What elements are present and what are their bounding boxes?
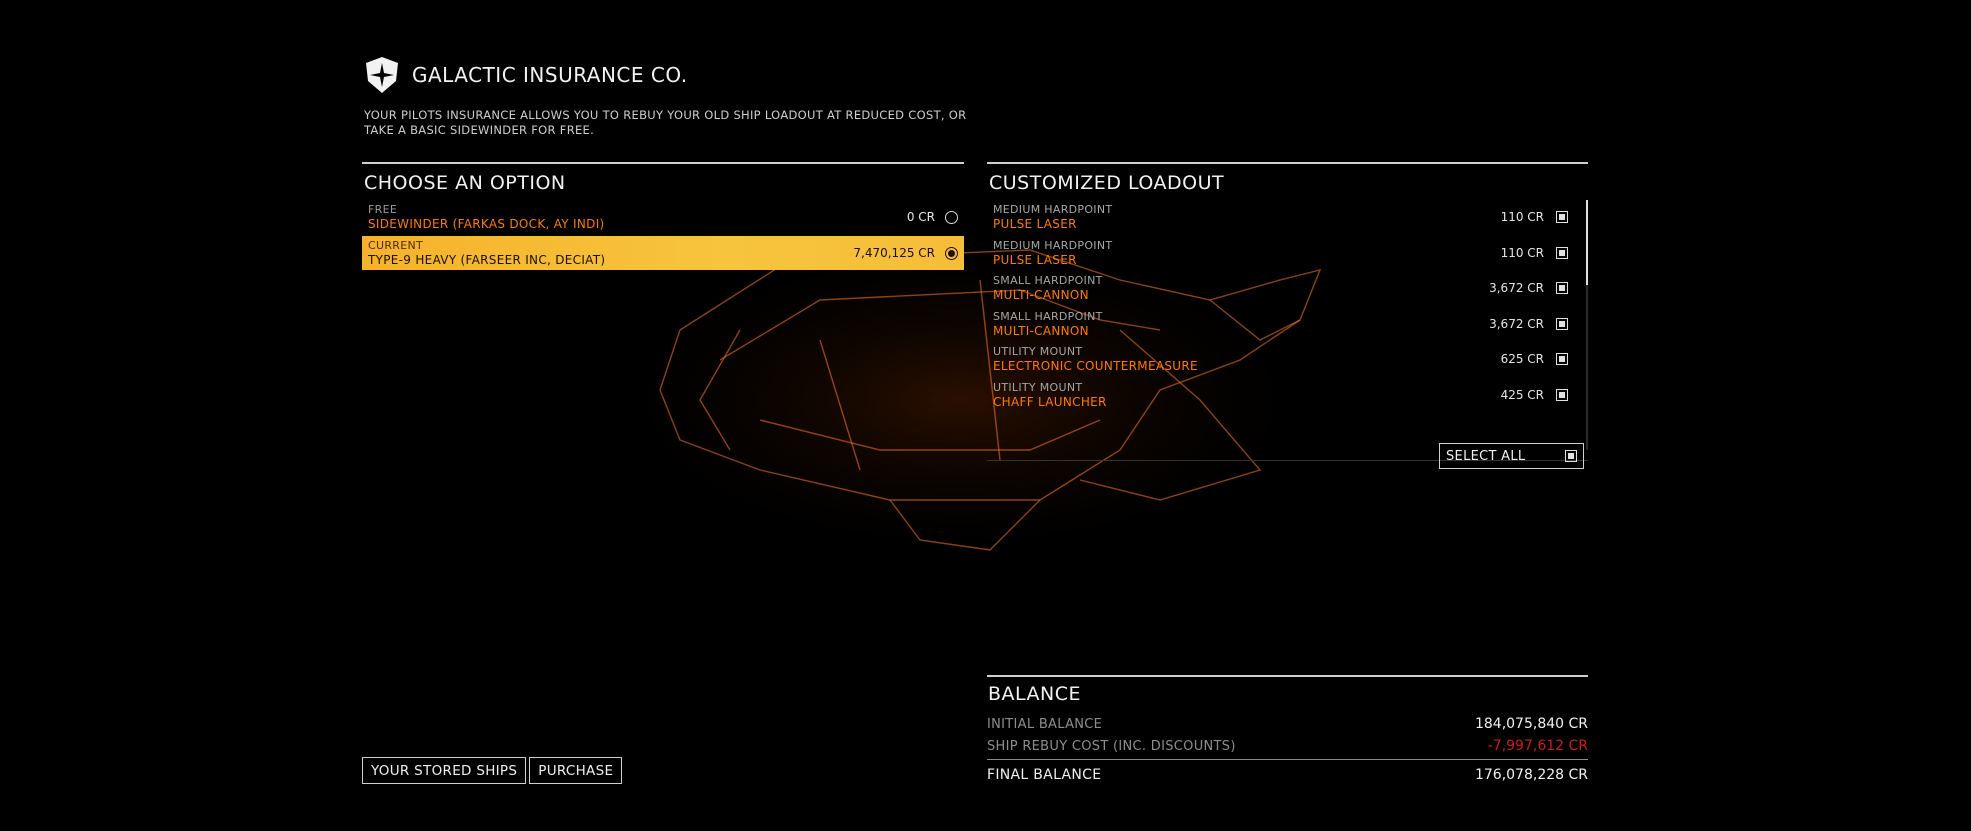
page-header: GALACTIC INSURANCE CO. <box>362 55 688 95</box>
loadout-item[interactable]: MEDIUM HARDPOINT PULSE LASER 110 CR <box>987 200 1588 234</box>
module-price: 110 CR <box>1500 245 1544 260</box>
stored-ships-button[interactable]: YOUR STORED SHIPS <box>362 757 527 784</box>
module-name: MULTI-CANNON <box>993 323 1089 338</box>
slot-label: SMALL HARDPOINT <box>993 274 1103 288</box>
rebuy-cost-label: SHIP REBUY COST (INC. DISCOUNTS) <box>987 738 1236 754</box>
panel-divider <box>362 162 964 164</box>
loadout-list[interactable]: MEDIUM HARDPOINT PULSE LASER 110 CR MEDI… <box>987 200 1588 450</box>
page-title: GALACTIC INSURANCE CO. <box>412 63 688 87</box>
module-price: 110 CR <box>1500 210 1544 224</box>
module-price: 3,672 CR <box>1489 316 1544 331</box>
loadout-item[interactable]: UTILITY MOUNT CHAFF LAUNCHER 425 CR <box>987 378 1588 412</box>
option-free-sidewinder[interactable]: FREE SIDEWINDER (FARKAS DOCK, AY INDI) 0… <box>362 200 964 234</box>
radio-button[interactable] <box>945 246 958 260</box>
loadout-item[interactable]: SMALL HARDPOINT MULTI-CANNON 3,672 CR <box>987 271 1588 305</box>
radio-button[interactable] <box>945 210 958 224</box>
module-checkbox[interactable] <box>1556 211 1568 223</box>
balance-panel: BALANCE INITIAL BALANCE 184,075,840 CR S… <box>987 675 1588 786</box>
option-ship-name: TYPE-9 HEAVY (FARSEER INC, DECIAT) <box>368 253 606 267</box>
module-name: CHAFF LAUNCHER <box>993 394 1107 409</box>
module-price: 425 CR <box>1500 387 1544 402</box>
module-checkbox[interactable] <box>1556 353 1568 366</box>
module-checkbox[interactable] <box>1556 388 1568 401</box>
final-balance-label: FINAL BALANCE <box>987 767 1102 783</box>
module-name: PULSE LASER <box>993 217 1077 231</box>
purchase-button[interactable]: PURCHASE <box>529 757 623 784</box>
loadout-panel: CUSTOMIZED LOADOUT MEDIUM HARDPOINT PULS… <box>987 162 1588 461</box>
initial-balance-value: 184,075,840 CR <box>1474 716 1588 732</box>
loadout-item[interactable]: SMALL HARDPOINT MULTI-CANNON 3,672 CR <box>987 307 1588 341</box>
option-ship-name: SIDEWINDER (FARKAS DOCK, AY INDI) <box>368 217 605 231</box>
module-price: 625 CR <box>1500 352 1544 367</box>
options-title: CHOOSE AN OPTION <box>364 172 566 194</box>
insurance-shield-icon <box>366 57 398 93</box>
slot-label: UTILITY MOUNT <box>993 380 1083 394</box>
option-price: 0 CR <box>906 210 935 224</box>
page-description: YOUR PILOTS INSURANCE ALLOWS YOU TO REBU… <box>364 108 967 137</box>
panel-divider <box>987 162 1588 164</box>
option-kind: CURRENT <box>368 239 424 252</box>
select-all-label: SELECT ALL <box>1446 448 1526 464</box>
module-checkbox[interactable] <box>1556 317 1568 330</box>
module-price: 3,672 CR <box>1489 281 1544 296</box>
bottom-actions: YOUR STORED SHIPS PURCHASE <box>362 757 625 784</box>
final-balance-value: 176,078,228 CR <box>1474 767 1588 783</box>
options-panel: CHOOSE AN OPTION FREE SIDEWINDER (FARKAS… <box>362 162 964 272</box>
balance-title: BALANCE <box>988 683 1082 705</box>
slot-label: SMALL HARDPOINT <box>993 309 1103 323</box>
balance-divider <box>987 759 1588 760</box>
option-kind: FREE <box>368 203 398 216</box>
select-all-button[interactable]: SELECT ALL <box>1439 443 1584 469</box>
rebuy-cost-value: -7,997,612 CR <box>1487 738 1588 754</box>
panel-divider <box>987 675 1588 677</box>
loadout-item[interactable]: MEDIUM HARDPOINT PULSE LASER 110 CR <box>987 236 1588 270</box>
select-all-checkbox[interactable] <box>1565 450 1577 462</box>
module-name: MULTI-CANNON <box>993 288 1089 303</box>
rebuy-cost-row: SHIP REBUY COST (INC. DISCOUNTS) -7,997,… <box>987 735 1588 757</box>
option-price: 7,470,125 CR <box>853 246 935 260</box>
final-balance-row: FINAL BALANCE 176,078,228 CR <box>987 764 1588 786</box>
loadout-scrollbar-thumb[interactable] <box>1586 200 1588 285</box>
loadout-item[interactable]: UTILITY MOUNT ELECTRONIC COUNTERMEASURE … <box>987 342 1588 376</box>
insurance-screen: GALACTIC INSURANCE CO. YOUR PILOTS INSUR… <box>0 0 1971 831</box>
module-checkbox[interactable] <box>1556 246 1568 259</box>
slot-label: MEDIUM HARDPOINT <box>993 203 1113 216</box>
module-name: ELECTRONIC COUNTERMEASURE <box>993 359 1198 374</box>
initial-balance-label: INITIAL BALANCE <box>987 716 1103 732</box>
slot-label: UTILITY MOUNT <box>993 345 1083 359</box>
loadout-title: CUSTOMIZED LOADOUT <box>989 172 1225 194</box>
module-checkbox[interactable] <box>1556 282 1568 295</box>
option-current-ship[interactable]: CURRENT TYPE-9 HEAVY (FARSEER INC, DECIA… <box>362 236 964 270</box>
initial-balance-row: INITIAL BALANCE 184,075,840 CR <box>987 713 1588 735</box>
slot-label: MEDIUM HARDPOINT <box>993 238 1113 252</box>
module-name: PULSE LASER <box>993 252 1077 267</box>
